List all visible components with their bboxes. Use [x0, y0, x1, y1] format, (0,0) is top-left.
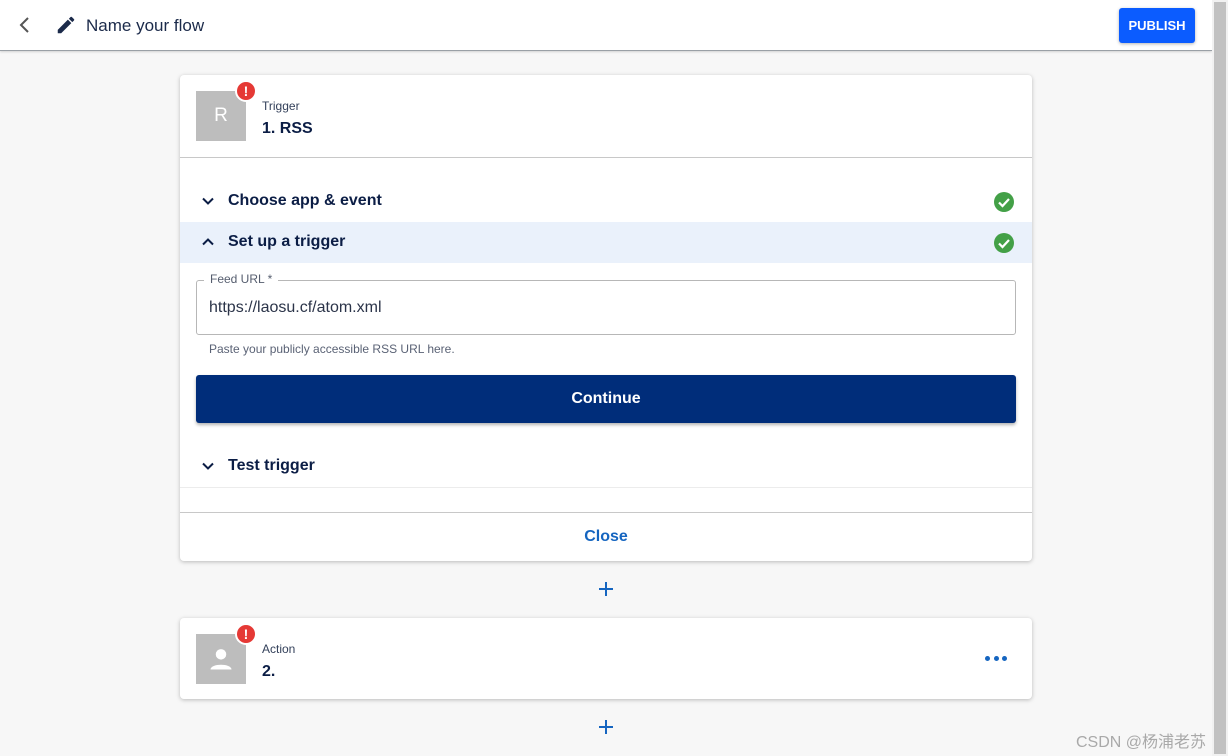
section-divider	[180, 487, 1032, 488]
chevron-left-icon	[19, 17, 29, 33]
step-kind-label: Trigger	[262, 99, 300, 113]
section-test-trigger[interactable]: Test trigger	[180, 446, 1032, 487]
action-step-card[interactable]: ! Action 2.	[180, 618, 1032, 699]
feed-url-helper-text: Paste your publicly accessible RSS URL h…	[209, 342, 455, 356]
section-label: Test trigger	[228, 457, 315, 474]
section-label: Choose app & event	[228, 192, 382, 209]
feed-url-input[interactable]	[209, 299, 989, 317]
more-options-icon[interactable]	[985, 650, 1007, 666]
add-step-plus-icon[interactable]	[596, 579, 616, 599]
check-circle-icon	[994, 233, 1014, 253]
publish-button[interactable]: PUBLISH	[1119, 8, 1195, 43]
vertical-scrollbar[interactable]	[1212, 0, 1228, 756]
continue-button[interactable]: Continue	[196, 375, 1016, 423]
scrollbar-thumb[interactable]	[1214, 2, 1226, 754]
check-circle-icon	[994, 192, 1014, 212]
back-button[interactable]	[12, 13, 36, 37]
chevron-up-icon	[202, 238, 214, 246]
trigger-step-card: R ! Trigger 1. RSS Choose app & event Se…	[180, 75, 1032, 561]
flow-name-field[interactable]: Name your flow	[86, 16, 204, 36]
add-step-plus-icon[interactable]	[596, 717, 616, 737]
section-label: Set up a trigger	[228, 233, 346, 250]
person-icon	[210, 649, 232, 670]
step-kind-label: Action	[262, 642, 296, 656]
top-bar: Name your flow PUBLISH	[0, 0, 1212, 51]
feed-url-label: Feed URL *	[204, 272, 279, 286]
section-choose-app-event[interactable]: Choose app & event	[180, 181, 1032, 222]
chevron-down-icon	[202, 197, 214, 205]
section-set-up-trigger[interactable]: Set up a trigger	[180, 222, 1032, 263]
step-title: 1. RSS	[262, 120, 313, 137]
error-badge-icon: !	[235, 80, 257, 102]
header-divider	[180, 157, 1032, 158]
step-title: 2.	[262, 663, 276, 680]
close-button[interactable]: Close	[180, 513, 1032, 561]
watermark-text: CSDN @杨浦老苏	[1076, 734, 1207, 751]
pencil-icon[interactable]	[55, 14, 77, 36]
chevron-down-icon	[202, 462, 214, 470]
error-badge-icon: !	[235, 623, 257, 645]
